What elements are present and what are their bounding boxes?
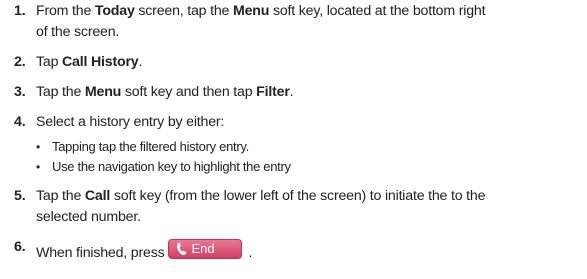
text-run: soft key and then tap — [121, 84, 257, 100]
step-text: Tap the Menu soft key and then tap Filte… — [36, 82, 587, 103]
end-key-button[interactable]: End — [168, 239, 243, 259]
bullet-dot: • — [36, 160, 40, 174]
step-text: When finished, press End. — [36, 237, 587, 264]
text-run: From the — [36, 3, 95, 19]
text-run: soft key (from the lower left of the scr… — [110, 188, 486, 204]
text-run: Tap — [36, 54, 63, 70]
step-text: From the Today screen, tap the Menu soft… — [36, 1, 587, 22]
step-number: 3. — [14, 84, 26, 100]
step-number: 4. — [14, 114, 26, 130]
step-text: Select a history entry by either: — [36, 114, 225, 130]
step-number: 5. — [14, 188, 26, 204]
bold-term: Today — [94, 3, 135, 19]
bold-term: Menu — [232, 3, 270, 19]
text-run: Tap the — [36, 84, 85, 100]
step-text-continued: of the screen. — [36, 24, 120, 40]
bold-term: Filter — [256, 84, 290, 100]
text-run: soft key, located at the bottom right — [269, 3, 486, 19]
bold-term: Call History — [62, 54, 139, 70]
end-key-label: End — [191, 241, 215, 256]
step-number: 1. — [14, 3, 26, 19]
step-number: 6. — [14, 239, 26, 255]
bold-term: Call — [84, 188, 111, 204]
text-run: . — [248, 245, 253, 261]
text-run: screen, tap the — [134, 3, 233, 19]
phone-handset-icon — [177, 242, 187, 256]
bullet-text: Tapping tap the filtered history entry. — [52, 139, 249, 154]
text-run: When finished, press — [36, 245, 165, 261]
step-text-continued: selected number. — [36, 209, 141, 225]
bold-term: Menu — [84, 84, 122, 100]
text-run: . — [138, 54, 143, 70]
step-text: Tap the Call soft key (from the lower le… — [36, 186, 587, 207]
text-run: Tap the — [36, 188, 85, 204]
step-text: Tap Call History. — [36, 52, 587, 73]
text-run: . — [289, 84, 294, 100]
bullet-text: Use the navigation key to highlight the … — [52, 159, 291, 174]
step-number: 2. — [14, 54, 26, 70]
bullet-dot: • — [36, 140, 40, 154]
